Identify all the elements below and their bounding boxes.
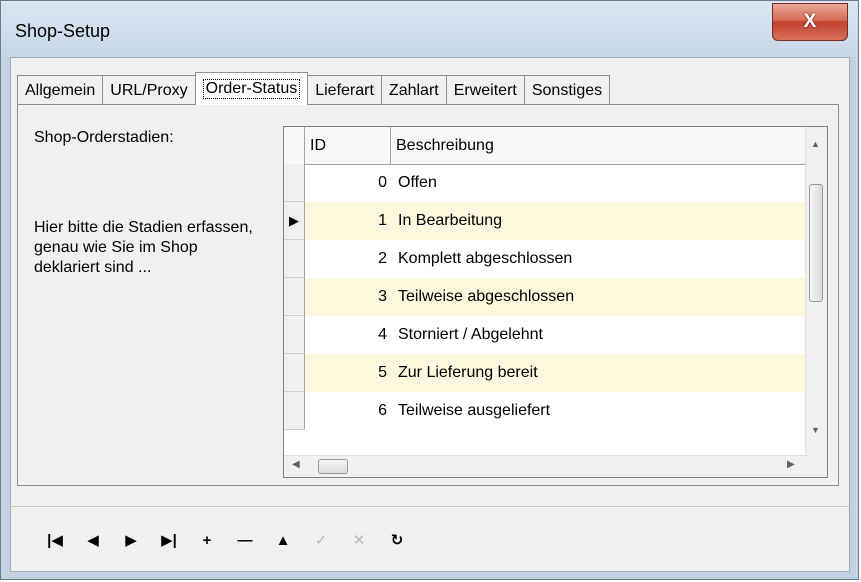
next-record-icon: ▶	[125, 532, 137, 549]
tab-strip: Allgemein URL/Proxy Order-Status Lieferart Z…	[17, 72, 611, 105]
close-button[interactable]: X	[772, 3, 848, 41]
tab-sonstiges[interactable]: Sonstiges	[523, 75, 611, 105]
first-record-button[interactable]: |◀	[36, 523, 74, 557]
prior-record-button[interactable]: ◀	[74, 523, 112, 557]
cancel-record-icon: ✕	[352, 532, 366, 549]
delete-record-button[interactable]: —	[226, 523, 264, 557]
tab-lieferart[interactable]: Lieferart	[307, 75, 382, 105]
refresh-icon: ↻	[390, 532, 404, 549]
table-row[interactable]: ▶ 1 In Bearbeitung	[284, 202, 808, 240]
current-row-indicator-icon[interactable]: ▶	[284, 202, 305, 240]
cell-beschreibung[interactable]: Teilweise abgeschlossen	[391, 278, 808, 316]
cell-beschreibung[interactable]: Teilweise ausgeliefert	[391, 392, 808, 430]
tab-label: URL/Proxy	[110, 81, 188, 99]
row-indicator[interactable]	[284, 316, 305, 354]
tab-url-proxy[interactable]: URL/Proxy	[102, 75, 196, 105]
table-row[interactable]: 0 Offen	[284, 164, 808, 202]
cell-id[interactable]: 6	[305, 392, 391, 430]
scrollbar-corner	[806, 456, 827, 477]
cell-id[interactable]: 0	[305, 164, 391, 202]
delete-record-icon: —	[237, 531, 253, 549]
cell-id[interactable]: 1	[305, 202, 391, 240]
tab-zahlart[interactable]: Zahlart	[380, 75, 447, 105]
table-row[interactable]: 3 Teilweise abgeschlossen	[284, 278, 808, 316]
grid-header: ID Beschreibung	[284, 127, 808, 165]
cell-beschreibung[interactable]: Offen	[391, 164, 808, 202]
navigator-separator	[9, 506, 849, 507]
post-record-button[interactable]: ✓	[302, 523, 340, 557]
row-indicator[interactable]	[284, 278, 305, 316]
row-indicator[interactable]	[284, 392, 305, 430]
edit-record-icon: ▲	[275, 531, 291, 549]
horizontal-scrollbar[interactable]: ◀ ▶	[284, 455, 808, 477]
tab-label: Erweitert	[453, 81, 517, 99]
last-record-icon: ▶|	[161, 532, 177, 549]
vertical-scrollbar[interactable]: ▲ ▼	[805, 127, 827, 457]
insert-record-icon: +	[202, 531, 212, 549]
cell-beschreibung[interactable]: Zur Lieferung bereit	[391, 354, 808, 392]
insert-record-button[interactable]: +	[188, 523, 226, 557]
window-title: Shop-Setup	[15, 21, 111, 41]
title-bar: Shop-Setup X	[1, 1, 858, 57]
grid-rows: 0 Offen ▶ 1 In Bearbeitung 2 Komplett abgeschl…	[284, 164, 808, 430]
tab-label: Lieferart	[315, 81, 374, 99]
header-indicator-cell	[284, 127, 305, 164]
scroll-left-icon[interactable]: ◀	[292, 459, 300, 470]
cancel-record-button[interactable]: ✕	[340, 523, 378, 557]
cell-beschreibung[interactable]: Storniert / Abgelehnt	[391, 316, 808, 354]
tab-label: Order-Status	[202, 79, 301, 99]
next-record-button[interactable]: ▶	[112, 523, 150, 557]
cell-id[interactable]: 4	[305, 316, 391, 354]
scroll-up-icon[interactable]: ▲	[811, 139, 820, 149]
column-header-id[interactable]: ID	[305, 127, 391, 164]
table-row[interactable]: 6 Teilweise ausgeliefert	[284, 392, 808, 430]
first-record-icon: |◀	[47, 532, 63, 549]
row-indicator[interactable]	[284, 240, 305, 278]
orderstadien-label: Shop-Orderstadien:	[34, 129, 174, 146]
post-record-icon: ✓	[314, 532, 328, 549]
cell-id[interactable]: 2	[305, 240, 391, 278]
refresh-button[interactable]: ↻	[378, 523, 416, 557]
tab-label: Allgemein	[25, 81, 96, 99]
tab-erweitert[interactable]: Erweitert	[445, 75, 525, 105]
row-indicator[interactable]	[284, 164, 305, 202]
cell-beschreibung[interactable]: In Bearbeitung	[391, 202, 808, 240]
prior-record-icon: ◀	[87, 532, 99, 549]
table-row[interactable]: 4 Storniert / Abgelehnt	[284, 316, 808, 354]
db-navigator: |◀ ◀ ▶ ▶| + — ▲ ✓ ✕ ↻	[36, 520, 416, 560]
scroll-right-icon[interactable]: ▶	[787, 459, 795, 470]
scroll-down-icon[interactable]: ▼	[811, 425, 820, 435]
cell-id[interactable]: 3	[305, 278, 391, 316]
cell-beschreibung[interactable]: Komplett abgeschlossen	[391, 240, 808, 278]
tab-order-status[interactable]: Order-Status	[194, 72, 309, 105]
edit-record-button[interactable]: ▲	[264, 523, 302, 557]
close-icon: X	[803, 11, 817, 32]
horizontal-scroll-thumb[interactable]	[318, 459, 348, 474]
tab-allgemein[interactable]: Allgemein	[17, 75, 104, 105]
tab-label: Sonstiges	[531, 81, 603, 99]
column-header-beschreibung[interactable]: Beschreibung	[391, 127, 808, 164]
row-indicator[interactable]	[284, 354, 305, 392]
order-status-grid[interactable]: ID Beschreibung 0 Offen ▶ 1 In Bearbeitung 2 K…	[283, 126, 828, 478]
vertical-scroll-thumb[interactable]	[809, 184, 823, 302]
tab-label: Zahlart	[388, 81, 439, 99]
table-row[interactable]: 2 Komplett abgeschlossen	[284, 240, 808, 278]
hint-text: Hier bitte die Stadien erfassen, genau w…	[34, 219, 253, 276]
last-record-button[interactable]: ▶|	[150, 523, 188, 557]
table-row[interactable]: 5 Zur Lieferung bereit	[284, 354, 808, 392]
cell-id[interactable]: 5	[305, 354, 391, 392]
